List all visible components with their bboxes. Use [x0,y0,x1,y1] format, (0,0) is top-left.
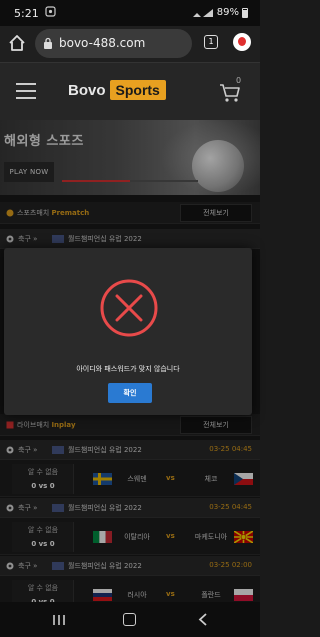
away-team[interactable]: 체코 [186,474,236,484]
banner-title: 해외형 스포즈 [4,134,84,149]
prematch-icon [6,209,14,217]
league-sport: 축구 » [18,562,38,570]
away-team[interactable]: 마케도니아 [186,532,236,542]
logo-sports-text: Sports [109,80,166,100]
inplay-view-all-button[interactable]: 전체보기 [180,416,252,434]
screen: 5:21 89% bovo-488.com 1 Bovo Sports 0 해외… [0,0,260,637]
soccer-icon [6,235,14,243]
league-row[interactable]: 축구 » 월드챔피언십 유럽 2022 03-25 04:45 [0,498,260,518]
czech-flag-icon [234,473,253,485]
login-error-dialog: 아이디와 패스워드가 맞지 않습니다 확인 [4,248,252,415]
play-now-button[interactable]: PLAY NOW [4,162,54,182]
inplay-header: 라이브매치 Inplay 전체보기 [0,414,260,436]
home-team[interactable]: 러시아 [112,590,162,600]
dialog-message: 아이디와 패스워드가 맞지 않습니다 [76,365,180,373]
tabs-button[interactable]: 1 [204,35,218,49]
match-status-label: 알 수 없음 [27,584,59,592]
match-status: 알 수 없음 0 vs 0 [12,522,74,552]
status-right: 89% [192,7,248,18]
league-flag-icon [52,562,64,570]
soccer-icon [6,446,14,454]
league-flag-icon [52,446,64,454]
match-status-label: 알 수 없음 [27,526,59,534]
match-time: 03-25 04:45 [209,503,252,511]
match-time: 03-25 04:45 [209,445,252,453]
inplay-icon [6,421,14,429]
signal-icon [192,8,213,17]
league-flag-icon [52,504,64,512]
match-score: 0 vs 0 [31,540,55,548]
status-time: 5:21 [14,7,39,20]
league-flag-icon [52,235,64,243]
league-name: 월드챔피언십 유럽 2022 [68,446,142,454]
league-name: 월드챔피언십 유럽 2022 [68,562,142,570]
home-nav-icon[interactable] [123,613,136,626]
site-header: Bovo Sports 0 [0,62,260,120]
prematch-header: 스포츠매치 Prematch 전체보기 [0,202,260,224]
home-team[interactable]: 스웨덴 [112,474,162,484]
prematch-label: 스포츠매치 Prematch [17,209,90,217]
league-sport: 축구 » [18,504,38,512]
sweden-flag-icon [93,473,112,485]
match-score: 0 vs 0 [31,482,55,490]
error-icon [100,279,158,337]
vs-label: vs [166,532,175,540]
match-status-label: 알 수 없음 [27,468,59,476]
league-sport: 축구 » [18,235,38,243]
match-row[interactable]: 알 수 없음 0 vs 0 이탈리아 vs 마케도니아 [0,518,260,555]
prematch-league-row[interactable]: 축구 » 월드챔피언십 유럽 2022 [0,229,260,249]
league-name: 월드챔피언십 유럽 2022 [68,504,142,512]
macedonia-flag-icon [234,531,253,543]
league-name: 월드챔피언십 유럽 2022 [68,235,142,243]
vs-label: vs [166,590,175,598]
soccer-ball-image [192,140,244,192]
russia-flag-icon [93,589,112,601]
promo-banner[interactable]: 해외형 스포즈 PLAY NOW [0,120,260,195]
browser-toolbar: bovo-488.com 1 [0,26,260,62]
match-row[interactable]: 알 수 없음 0 vs 0 스웨덴 vs 체코 [0,460,260,497]
site-logo[interactable]: Bovo Sports [68,80,166,100]
inplay-label: 라이브매치 Inplay [17,421,76,429]
recent-apps-icon[interactable] [52,614,66,626]
home-team[interactable]: 이탈리아 [112,532,162,542]
vs-label: vs [166,474,175,482]
italy-flag-icon [93,531,112,543]
match-status: 알 수 없음 0 vs 0 [12,464,74,494]
soccer-icon [6,504,14,512]
navigation-bar [0,602,260,637]
notification-icon [45,6,56,17]
prematch-view-all-button[interactable]: 전체보기 [180,204,252,222]
browser-menu-icon[interactable] [233,33,251,51]
soccer-icon [6,562,14,570]
back-icon[interactable] [198,613,208,626]
poland-flag-icon [234,589,253,601]
match-time: 03-25 02:00 [209,561,252,569]
home-icon[interactable] [8,34,26,52]
league-sport: 축구 » [18,446,38,454]
cart-icon[interactable] [219,83,241,103]
lock-icon [44,37,52,49]
confirm-button[interactable]: 확인 [108,383,152,403]
banner-progress-fill [62,180,130,182]
banner-progress [62,180,198,182]
league-row[interactable]: 축구 » 월드챔피언십 유럽 2022 03-25 04:45 [0,440,260,460]
hamburger-menu-icon[interactable] [16,83,36,99]
battery-icon [242,7,248,18]
url-text: bovo-488.com [59,36,146,50]
url-field[interactable]: bovo-488.com [35,29,192,58]
league-row[interactable]: 축구 » 월드챔피언십 유럽 2022 03-25 02:00 [0,556,260,576]
cart-count: 0 [236,76,242,85]
away-team[interactable]: 폴란드 [186,590,236,600]
status-bar: 5:21 89% [0,0,260,26]
logo-bovo-text: Bovo [68,81,106,99]
battery-text: 89% [216,7,239,18]
